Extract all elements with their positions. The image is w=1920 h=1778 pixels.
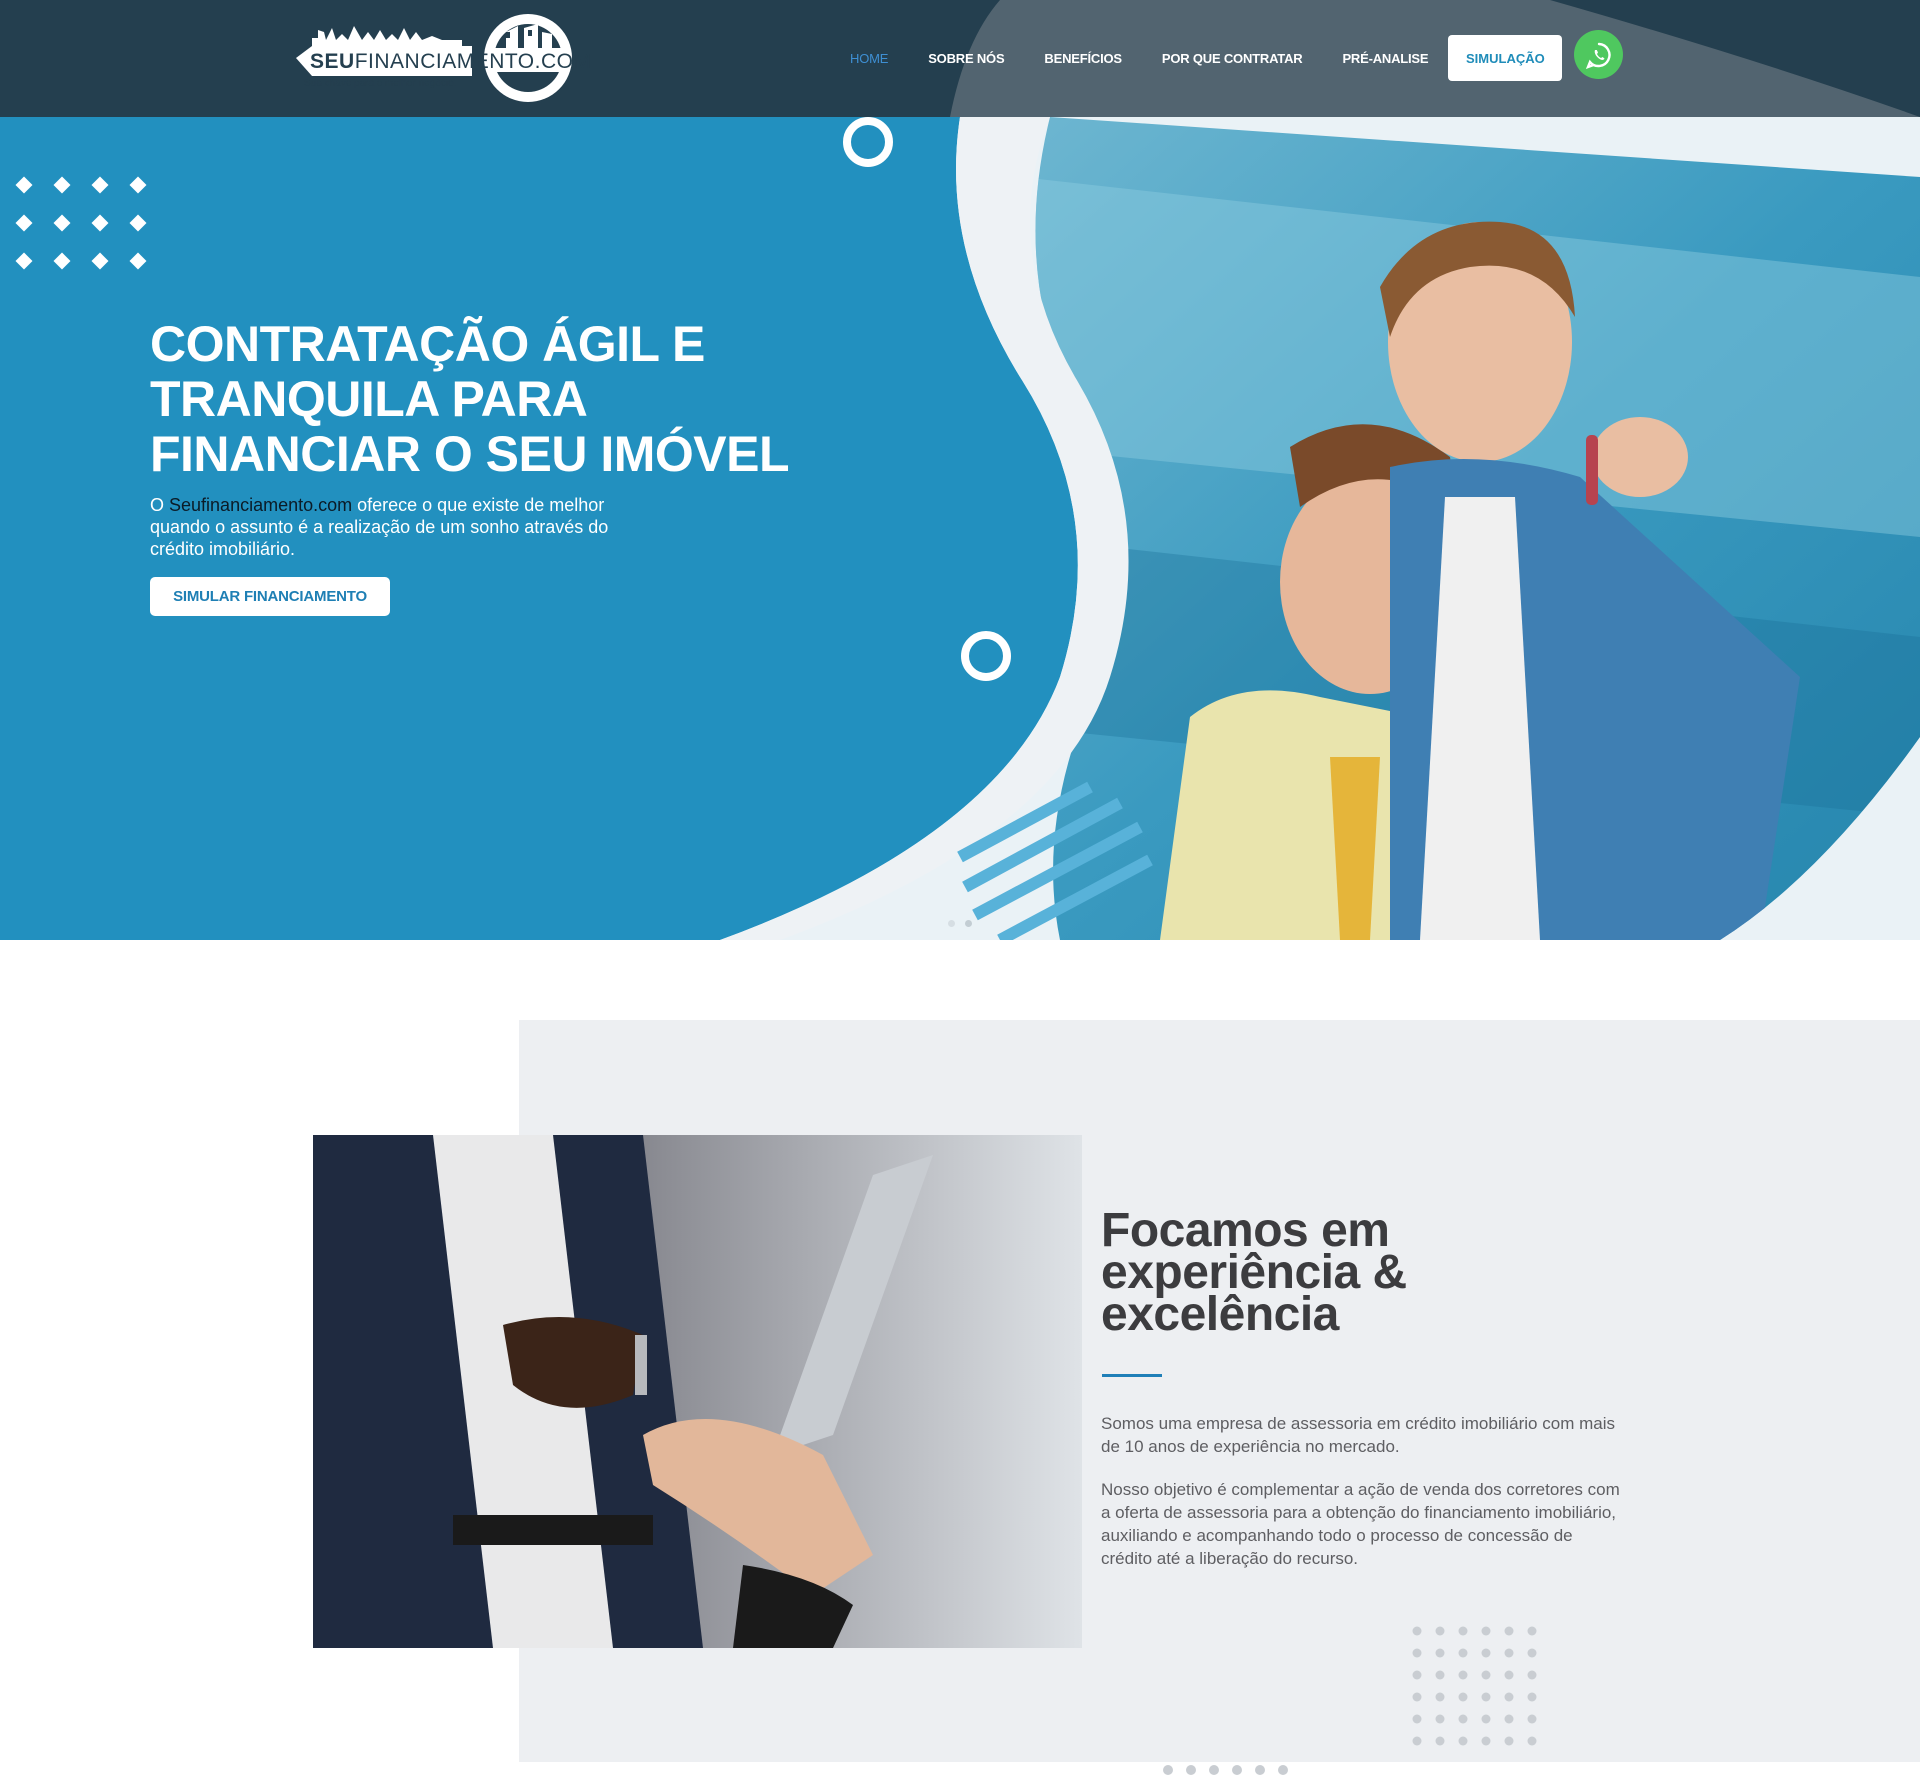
nav-pre-analise[interactable]: PRÉ-ANALISE <box>1342 51 1428 66</box>
logo-wordmark: SEUFINANCIAMENTO.COM <box>310 50 592 73</box>
about-paragraph-1: Somos uma empresa de assessoria em crédi… <box>1101 1414 1615 1456</box>
main-nav: HOME SOBRE NÓS BENEFÍCIOS POR QUE CONTRA… <box>850 34 1563 82</box>
about-paragraph-2: Nosso objetivo é complementar a ação de … <box>1101 1480 1620 1568</box>
whatsapp-button[interactable] <box>1574 30 1623 79</box>
nav-sobre-nos[interactable]: SOBRE NÓS <box>928 51 1004 66</box>
site-header: SEUFINANCIAMENTO.COM Sua chave para o me… <box>0 0 1920 117</box>
slider-dot-2[interactable] <box>965 920 972 927</box>
hero-couple-photo <box>1035 117 1920 940</box>
simulacao-button[interactable]: SIMULAÇÃO <box>1448 35 1563 81</box>
hero-section: CONTRATAÇÃO ÁGIL E TRANQUILA PARA FINANC… <box>0 117 1920 940</box>
simular-financiamento-button[interactable]: SIMULAR FINANCIAMENTO <box>150 577 390 616</box>
dots-row-decoration <box>1163 1765 1288 1775</box>
title-underline <box>1102 1374 1162 1377</box>
key-handover-photo <box>313 1135 1082 1648</box>
site-logo[interactable]: SEUFINANCIAMENTO.COM Sua chave para o me… <box>292 10 591 108</box>
hero-brand-name: Seufinanciamento.com <box>169 495 353 515</box>
dots-grid-decoration <box>1412 1626 1537 1746</box>
about-title: Focamos em experiência & excelência <box>1101 1204 1407 1341</box>
logo-tagline: Sua chave para o melhor negócio. <box>304 78 457 89</box>
slider-dot-1[interactable] <box>948 920 955 927</box>
nav-por-que-contratar[interactable]: POR QUE CONTRATAR <box>1162 51 1303 66</box>
nav-beneficios[interactable]: BENEFÍCIOS <box>1044 51 1122 66</box>
slider-dots <box>948 920 972 927</box>
nav-home[interactable]: HOME <box>850 51 888 66</box>
hero-title: CONTRATAÇÃO ÁGIL E TRANQUILA PARA FINANC… <box>150 316 790 482</box>
hero-description: O Seufinanciamento.com oferece o que exi… <box>150 495 609 559</box>
whatsapp-icon <box>1585 42 1611 69</box>
